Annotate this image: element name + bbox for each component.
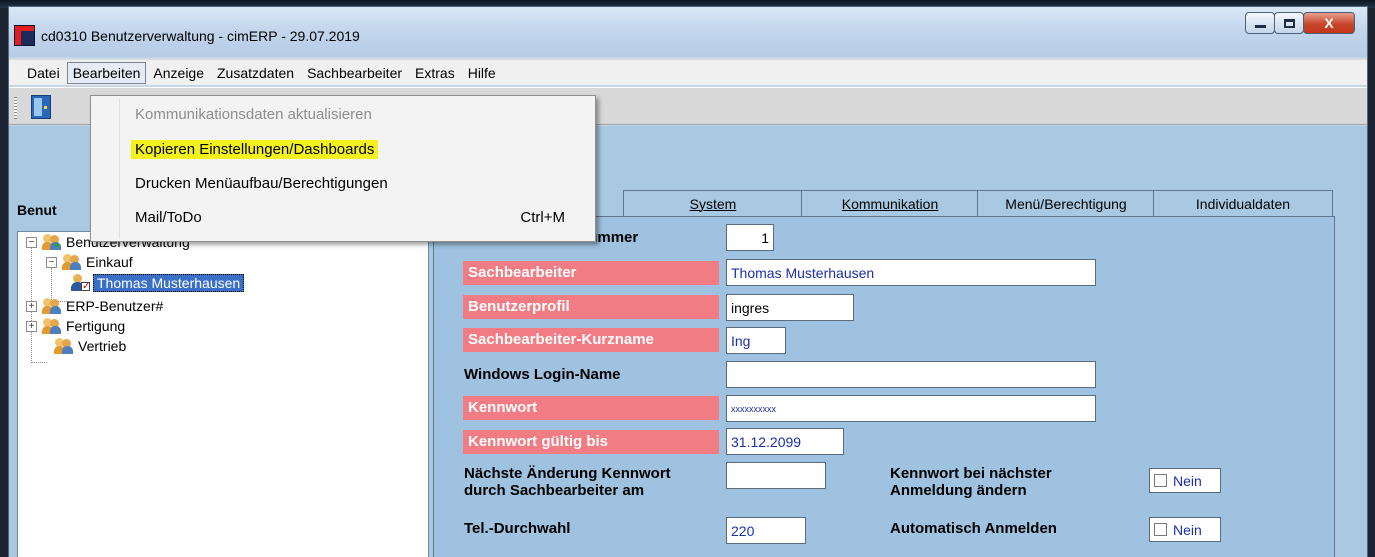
menu-bearbeiten[interactable]: Bearbeiten — [66, 61, 147, 84]
label-sachbearbeiter: Sachbearbeiter — [463, 261, 719, 285]
menu-kopieren-einstellungen[interactable]: Kopieren Einstellungen/Dashboards — [131, 136, 575, 162]
checkbox-icon — [1154, 474, 1167, 487]
menu-item-label: Drucken Menüaufbau/Berechtigungen — [135, 174, 388, 192]
tab-panel-general: Sachbearbeiter-Nummer 1 Sachbearbeiter T… — [433, 216, 1335, 557]
menu-zusatzdaten[interactable]: Zusatzdaten — [211, 62, 300, 84]
expand-icon[interactable]: + — [26, 300, 37, 312]
field-windows-login[interactable] — [726, 361, 1096, 388]
label-auto-anmelden: Automatisch Anmelden — [890, 520, 1057, 537]
tree-user-thomas[interactable]: ✓ Thomas Musterhausen — [70, 272, 245, 294]
collapse-icon[interactable]: − — [26, 236, 37, 248]
label-kurzname: Sachbearbeiter-Kurzname — [463, 328, 719, 352]
menu-item-label: Mail/ToDo — [135, 208, 202, 226]
toolbar-grip[interactable] — [14, 97, 17, 119]
menu-kommunikationsdaten-aktualisieren[interactable]: Kommunikationsdaten aktualisieren — [135, 101, 575, 127]
menu-extras[interactable]: Extras — [409, 62, 461, 84]
label-naechste-aenderung-1: Nächste Änderung Kennwort — [464, 465, 671, 482]
menu-gutter — [119, 98, 120, 239]
field-kennwort[interactable]: xxxxxxxxxx — [726, 395, 1096, 422]
menu-bar: Datei Bearbeiten Anzeige Zusatzdaten Sac… — [9, 59, 1367, 85]
label-kennwort-aendern-2: Anmeldung ändern — [890, 482, 1027, 499]
menu-hilfe[interactable]: Hilfe — [462, 62, 502, 84]
tree-panel-title: Benut — [17, 202, 57, 218]
tab-kommunikation[interactable]: Kommunikation — [801, 190, 979, 216]
menu-item-label: Kopieren Einstellungen/Dashboards — [131, 139, 379, 159]
field-kurzname[interactable]: Ing — [726, 327, 786, 354]
tree-group-erp[interactable]: + ERP-Benutzer# — [26, 296, 163, 316]
tab-label: Menü/Berechtigung — [1005, 195, 1127, 212]
checkbox-value: Nein — [1173, 472, 1202, 489]
user-group-icon — [42, 298, 62, 314]
tab-individualdaten[interactable]: Individualdaten — [1153, 190, 1333, 216]
user-group-icon — [62, 254, 82, 270]
collapse-icon[interactable]: − — [46, 256, 57, 268]
label-durchwahl: Tel.-Durchwahl — [464, 520, 571, 537]
field-durchwahl[interactable]: 220 — [726, 517, 806, 544]
bearbeiten-dropdown: Kommunikationsdaten aktualisieren Kopier… — [90, 95, 596, 242]
window-controls: X — [1245, 12, 1355, 34]
menu-item-label: Kommunikationsdaten aktualisieren — [135, 105, 372, 123]
menu-item-shortcut: Ctrl+M — [520, 208, 565, 226]
close-button[interactable]: X — [1303, 12, 1355, 34]
title-bar[interactable]: cd0310 Benutzerverwaltung - cimERP - 29.… — [9, 7, 1367, 57]
field-sachbearbeiter[interactable]: Thomas Musterhausen — [726, 259, 1096, 286]
tree-group-einkauf[interactable]: − Einkauf — [46, 252, 133, 272]
user-checked-icon: ✓ — [70, 274, 90, 292]
expand-icon[interactable]: + — [26, 320, 37, 332]
user-group-add-icon: + — [42, 234, 62, 251]
tree-group-label: Einkauf — [86, 254, 133, 270]
tab-label: Kommunikation — [841, 195, 939, 212]
app-logo-icon — [14, 25, 35, 46]
field-benutzerprofil[interactable]: ingres — [726, 294, 854, 321]
label-benutzerprofil: Benutzerprofil — [463, 295, 719, 319]
menu-drucken-menueaufbau[interactable]: Drucken Menüaufbau/Berechtigungen — [135, 170, 575, 196]
tree-connector — [31, 362, 47, 363]
label-naechste-aenderung-2: durch Sachbearbeiter am — [464, 482, 645, 499]
maximize-icon — [1283, 18, 1295, 28]
checkbox-value: Nein — [1173, 521, 1202, 538]
tab-label: System — [689, 195, 737, 212]
label-windows-login: Windows Login-Name — [464, 366, 621, 383]
user-group-icon — [42, 318, 62, 334]
field-kennwort-gueltig[interactable]: 31.12.2099 — [726, 428, 844, 455]
tree-group-label: ERP-Benutzer# — [66, 298, 164, 314]
app-window: cd0310 Benutzerverwaltung - cimERP - 29.… — [8, 6, 1368, 557]
tree-group-fertigung[interactable]: + Fertigung — [26, 316, 125, 336]
tree-group-label: Vertrieb — [78, 338, 127, 354]
checkbox-auto-anmelden[interactable]: Nein — [1149, 517, 1221, 542]
tree-group-label: Fertigung — [66, 318, 126, 334]
exit-door-icon[interactable] — [31, 95, 51, 119]
menu-anzeige[interactable]: Anzeige — [147, 62, 210, 84]
tab-system[interactable]: System — [623, 190, 803, 216]
maximize-button[interactable] — [1274, 12, 1304, 34]
field-sachbearbeiter-nummer[interactable]: 1 — [726, 224, 774, 251]
tab-menu-berechtigung[interactable]: Menü/Berechtigung — [977, 190, 1155, 216]
tab-label: Individualdaten — [1195, 195, 1291, 212]
label-kennwort-gueltig: Kennwort gültig bis — [463, 430, 719, 454]
menu-datei[interactable]: Datei — [21, 62, 66, 84]
user-group-icon — [54, 338, 74, 354]
close-icon: X — [1324, 15, 1334, 31]
field-naechste-aenderung[interactable] — [726, 462, 826, 489]
menu-mail-todo[interactable]: Mail/ToDo Ctrl+M — [135, 204, 575, 230]
checkbox-kennwort-aendern[interactable]: Nein — [1149, 468, 1221, 493]
tree-user-label: Thomas Musterhausen — [93, 274, 245, 292]
minimize-button[interactable] — [1245, 12, 1275, 34]
tree-group-vertrieb[interactable]: Vertrieb — [46, 336, 126, 356]
checkbox-icon — [1154, 523, 1167, 536]
window-title: cd0310 Benutzerverwaltung - cimERP - 29.… — [41, 28, 360, 44]
menu-sachbearbeiter[interactable]: Sachbearbeiter — [301, 62, 408, 84]
label-kennwort: Kennwort — [463, 396, 719, 420]
minimize-icon — [1254, 25, 1266, 28]
user-tree: − + Benutzerverwaltung − Einkauf ✓ Thoma… — [17, 231, 429, 557]
label-kennwort-aendern-1: Kennwort bei nächster — [890, 465, 1052, 482]
